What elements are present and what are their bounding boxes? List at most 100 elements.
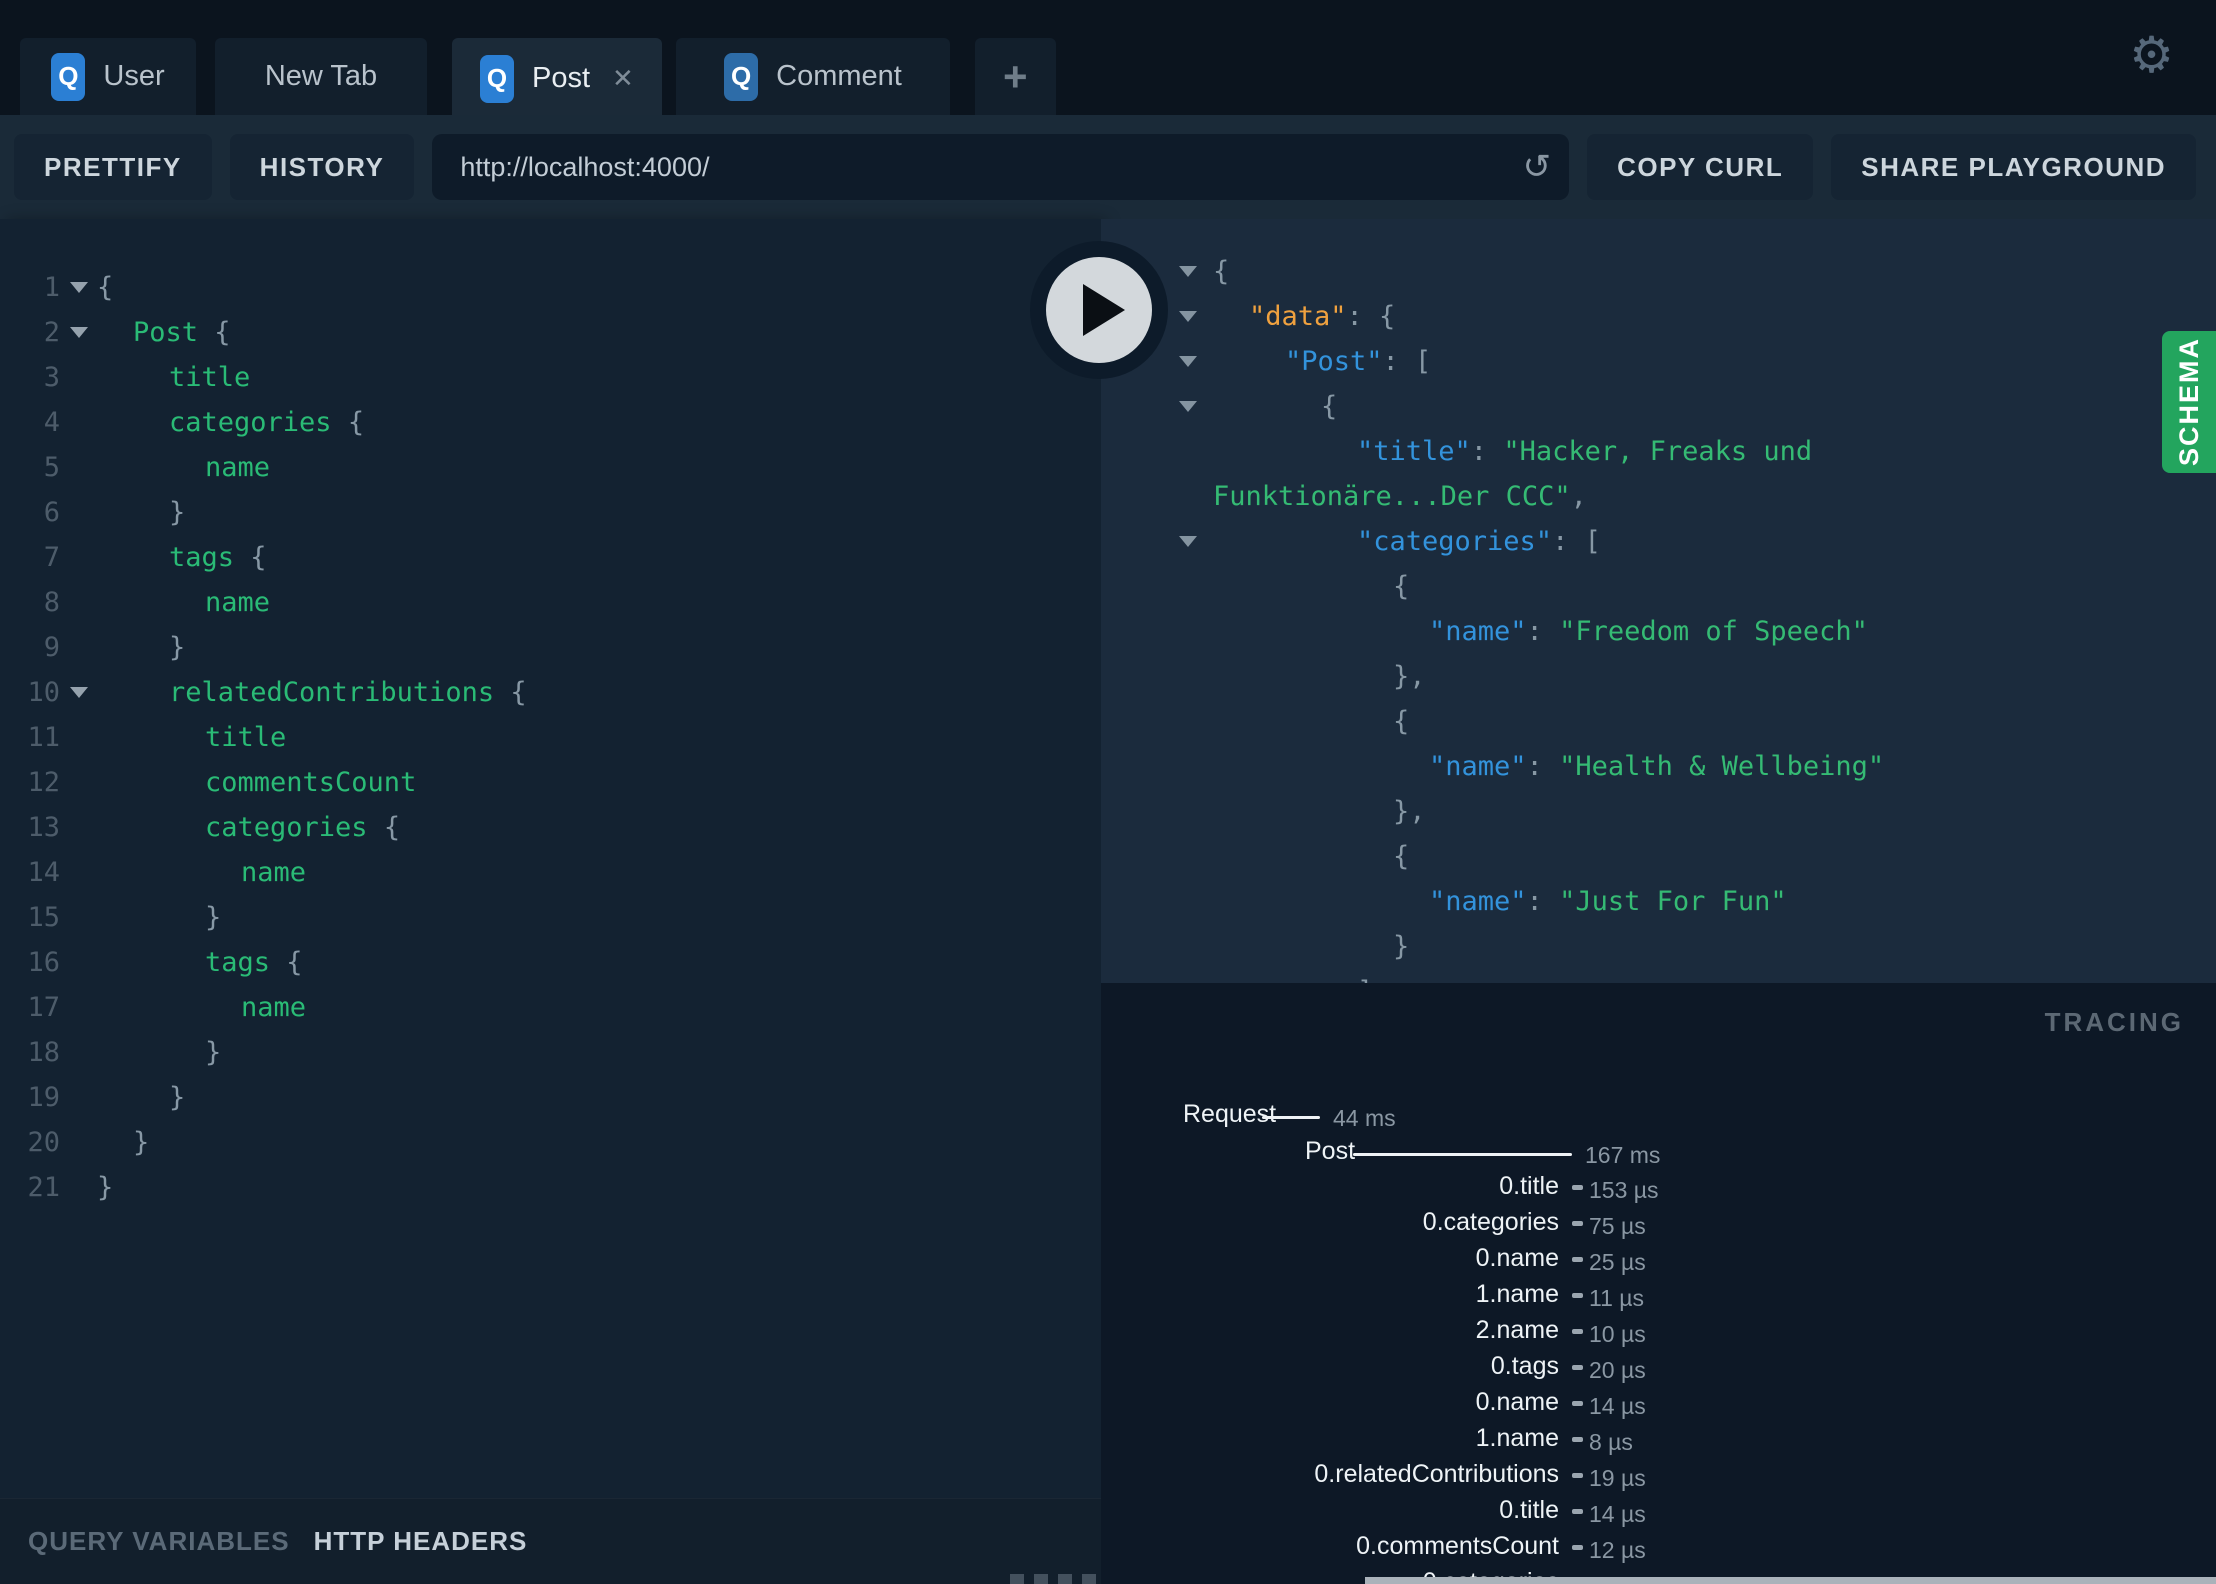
tracing-request-label: Request [1183, 1100, 1277, 1128]
editor-line: 3 title [0, 355, 1101, 400]
tracing-row-dash [1572, 1401, 1583, 1406]
execute-query-button[interactable] [1030, 241, 1168, 379]
line-number: 2 [43, 317, 60, 348]
schema-side-tab[interactable]: SCHEMA [2162, 331, 2216, 473]
tracing-row-label: 1.name [1475, 1424, 1559, 1452]
query-editor[interactable]: 1{2 Post {3 title 4 categories {5 name 6} 7 tags… [0, 219, 1101, 1498]
editor-line: 19} [0, 1075, 1101, 1120]
editor-line: 13 categories { [0, 805, 1101, 850]
tracing-row-label: 0.title [1499, 1496, 1559, 1524]
line-number: 4 [43, 407, 60, 438]
query-variables-tab[interactable]: QUERY VARIABLES [28, 1526, 290, 1557]
line-number: 21 [27, 1172, 60, 1203]
tab-bar: Q User New Tab Q Post ✕ Q Comment + ⚙ [0, 0, 2216, 119]
editor-footer: QUERY VARIABLES HTTP HEADERS [0, 1498, 1101, 1584]
endpoint-url-input[interactable] [458, 150, 1523, 184]
tab-new[interactable]: + [975, 38, 1056, 115]
horizontal-scrollbar[interactable] [1365, 1577, 2216, 1584]
code-text: } [133, 1127, 150, 1158]
fold-arrow-icon[interactable] [1179, 356, 1197, 367]
fold-arrow-icon[interactable] [1179, 401, 1197, 412]
tracing-row-label: 0.name [1475, 1388, 1559, 1416]
response-line: "name": "Freedom of Speech" [1101, 609, 2216, 654]
line-number: 15 [27, 902, 60, 933]
editor-line: 20} [0, 1120, 1101, 1165]
close-tab-icon[interactable]: ✕ [612, 63, 634, 94]
tracing-row: 0.categories 75 µs [1101, 1208, 2216, 1244]
fold-column [1179, 266, 1206, 277]
tracing-row-time: 14 µs [1589, 1393, 1646, 1419]
prettify-button[interactable]: PRETTIFY [14, 134, 212, 200]
tracing-row-label: 0.title [1499, 1172, 1559, 1200]
history-button[interactable]: HISTORY [229, 134, 415, 200]
editor-line: 10 relatedContributions { [0, 670, 1101, 715]
fold-arrow-icon[interactable] [1179, 266, 1197, 277]
response-pane: {"data": {"Post": [{"title": "Hacker, Fr… [1101, 219, 2216, 1584]
fold-column [60, 687, 97, 698]
fold-arrow-icon[interactable] [1179, 311, 1197, 322]
fold-column [1179, 356, 1206, 367]
endpoint-url-field[interactable]: ↺ [432, 134, 1570, 200]
tracing-row-time: 153 µs [1589, 1177, 1659, 1203]
editor-line: 8 name [0, 580, 1101, 625]
tracing-row-dash [1572, 1545, 1583, 1550]
line-number: 10 [27, 677, 60, 708]
tracing-row-time: 25 µs [1589, 1249, 1646, 1275]
play-icon [1083, 284, 1125, 336]
tracing-row: 0.title 153 µs [1101, 1172, 2216, 1208]
code-text: commentsCount [205, 767, 417, 798]
code-text: } [205, 1037, 222, 1068]
tab-comment[interactable]: Q Comment [676, 38, 950, 115]
tab-label: Post [532, 62, 591, 94]
settings-gear-icon[interactable]: ⚙ [2129, 26, 2174, 84]
response-text: { [1321, 391, 1338, 422]
tracing-row: 1.name 11 µs [1101, 1280, 2216, 1316]
response-text: Funktionäre...Der CCC", [1213, 481, 1587, 512]
tracing-post-label: Post [1305, 1137, 1356, 1165]
fold-arrow-icon[interactable] [69, 687, 88, 698]
response-line: { [1101, 699, 2216, 744]
tracing-row-time: 8 µs [1589, 1429, 1633, 1455]
code-text: title [205, 722, 287, 753]
code-text: name [205, 452, 271, 483]
fold-column [1179, 401, 1206, 412]
editor-line: 7 tags { [0, 535, 1101, 580]
tab-user[interactable]: Q User [20, 38, 196, 115]
schema-tab-label: SCHEMA [2173, 337, 2204, 467]
tracing-post-bar [1353, 1153, 1572, 1156]
tracing-row-time: 11 µs [1589, 1285, 1645, 1311]
line-number: 9 [43, 632, 60, 663]
response-text: "name": "Freedom of Speech" [1429, 616, 1868, 647]
tracing-row-label: 0.relatedContributions [1314, 1460, 1559, 1488]
http-headers-tab[interactable]: HTTP HEADERS [314, 1526, 528, 1557]
response-line: Funktionäre...Der CCC", [1101, 474, 2216, 519]
fold-column [1179, 311, 1206, 322]
code-text: } [205, 902, 222, 933]
line-number: 13 [27, 812, 60, 843]
editor-line: 4 categories { [0, 400, 1101, 445]
fold-arrow-icon[interactable] [69, 327, 88, 338]
line-number: 8 [43, 587, 60, 618]
response-line: }, [1101, 789, 2216, 834]
tracing-row-dash [1572, 1329, 1583, 1334]
code-text: { [97, 272, 114, 303]
tab-new-tab[interactable]: New Tab [215, 38, 427, 115]
tracing-request-row: Request 44 ms [1101, 1100, 2216, 1136]
fold-column [1179, 536, 1206, 547]
response-text: "name": "Health & Wellbeing" [1429, 751, 1885, 782]
share-playground-button[interactable]: SHARE PLAYGROUND [1831, 134, 2196, 200]
line-number: 1 [43, 272, 60, 303]
tab-post[interactable]: Q Post ✕ [452, 38, 662, 119]
line-number: 16 [27, 947, 60, 978]
query-badge: Q [480, 54, 514, 103]
refresh-schema-icon[interactable]: ↺ [1523, 147, 1552, 187]
fold-arrow-icon[interactable] [1179, 536, 1197, 547]
toolbar: PRETTIFY HISTORY ↺ COPY CURL SHARE PLAYG… [0, 115, 2216, 219]
response-line: { [1101, 249, 2216, 294]
response-text: } [1393, 931, 1410, 962]
tracing-row: 2.name 10 µs [1101, 1316, 2216, 1352]
copy-curl-button[interactable]: COPY CURL [1587, 134, 1814, 200]
tracing-row-label: 2.name [1475, 1316, 1559, 1344]
tracing-post-row: Post 167 ms [1101, 1137, 2216, 1173]
fold-arrow-icon[interactable] [69, 282, 88, 293]
